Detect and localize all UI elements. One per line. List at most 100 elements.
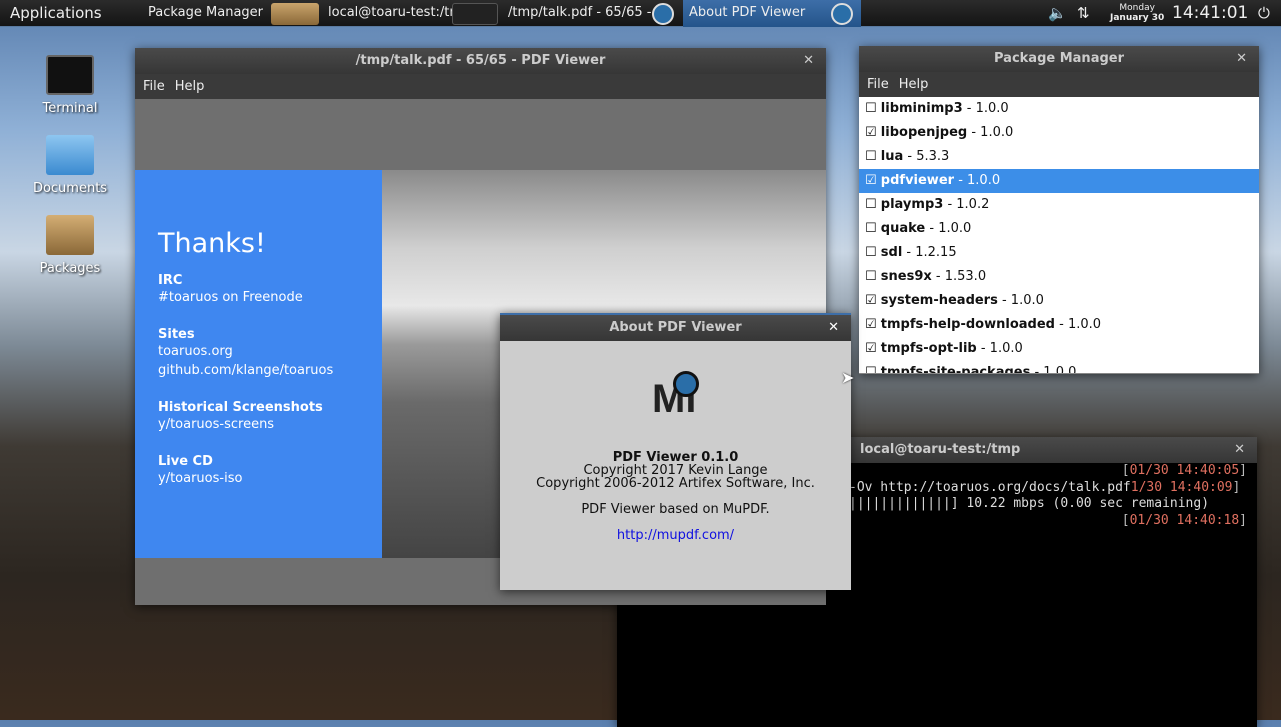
terminal-line: -Ov http://toaruos.org/docs/talk.pdf <box>849 479 1131 495</box>
package-row[interactable]: ☐ tmpfs-site-packages - 1.0.0 <box>859 361 1259 374</box>
pdf-viewer-icon <box>652 3 674 25</box>
checkbox[interactable]: ☐ <box>865 197 877 212</box>
package-row[interactable]: ☐ snes9x - 1.53.0 <box>859 265 1259 289</box>
package-list[interactable]: ☐ libminimp3 - 1.0.0 ☑ libopenjpeg - 1.0.… <box>859 97 1259 374</box>
package-row[interactable]: ☑ libopenjpeg - 1.0.0 <box>859 121 1259 145</box>
package-version: - 1.0.2 <box>943 197 990 212</box>
section-heading: IRC <box>158 273 183 288</box>
close-button[interactable]: ✕ <box>1234 437 1245 463</box>
checkbox[interactable]: ☐ <box>865 221 877 236</box>
package-row[interactable]: ☑ tmpfs-help-downloaded - 1.0.0 <box>859 313 1259 337</box>
package-row[interactable]: ☐ sdl - 1.2.15 <box>859 241 1259 265</box>
menu-file[interactable]: File <box>867 77 889 92</box>
package-row[interactable]: ☐ libminimp3 - 1.0.0 <box>859 97 1259 121</box>
close-button[interactable]: ✕ <box>1236 46 1247 72</box>
package-version: - 1.0.0 <box>976 341 1023 356</box>
package-row[interactable]: ☑ tmpfs-opt-lib - 1.0.0 <box>859 337 1259 361</box>
checkbox[interactable]: ☐ <box>865 149 877 164</box>
menu-help[interactable]: Help <box>899 77 929 92</box>
package-row[interactable]: ☑ system-headers - 1.0.0 <box>859 289 1259 313</box>
checkbox[interactable]: ☐ <box>865 365 877 373</box>
timestamp: 1/30 14:40:09 <box>1130 479 1233 495</box>
task-package-manager[interactable]: Package Manager <box>142 0 269 27</box>
package-name: tmpfs-site-packages <box>880 365 1031 374</box>
close-button[interactable]: ✕ <box>828 315 839 341</box>
checkbox[interactable]: ☑ <box>865 293 877 308</box>
checkbox[interactable]: ☑ <box>865 317 877 332</box>
mupdf-logo: Mi <box>500 369 851 429</box>
task-label: Package Manager <box>148 5 264 20</box>
package-version: - 1.0.0 <box>925 221 972 236</box>
clock: 14:41:01 <box>1172 3 1249 23</box>
volume-icon[interactable]: 🔈 <box>1048 4 1067 22</box>
menu-help[interactable]: Help <box>175 79 205 94</box>
package-name: pdfviewer <box>880 173 955 188</box>
date: Monday January 30 <box>1110 3 1164 23</box>
checkbox[interactable]: ☐ <box>865 269 877 284</box>
package-version: - 5.3.3 <box>903 149 950 164</box>
label: Packages <box>39 261 101 276</box>
package-icon <box>271 3 319 25</box>
close-button[interactable]: ✕ <box>803 48 814 74</box>
section-heading: Live CD <box>158 454 213 469</box>
window-title: local@toaru-test:/tmp <box>860 442 1021 457</box>
window-title: Package Manager <box>994 51 1124 66</box>
date-label: January 30 <box>1110 13 1165 23</box>
package-name: quake <box>880 221 926 236</box>
mupdf-link[interactable]: http://mupdf.com/ <box>500 529 851 542</box>
package-row[interactable]: ☑ pdfviewer - 1.0.0 <box>859 169 1259 193</box>
package-version: - 1.0.0 <box>1054 317 1102 332</box>
package-version: - 1.0.0 <box>997 293 1044 308</box>
package-version: - 1.0.0 <box>954 173 1001 188</box>
checkbox[interactable]: ☐ <box>865 245 877 260</box>
desktop-icon-terminal[interactable]: Terminal <box>30 55 110 116</box>
mouse-cursor: ➤ <box>841 368 855 387</box>
task-label: local@toaru-test:/tmp <box>328 5 471 20</box>
slide-text-panel: Thanks! IRC #toaruos on Freenode Sites toar… <box>135 170 382 558</box>
package-name: snes9x <box>880 269 932 284</box>
about-dialog: About PDF Viewer ✕ Mi PDF Viewer 0.1.0 Co… <box>500 313 851 590</box>
slide-heading: Thanks! <box>158 228 266 259</box>
day-label: Monday <box>1119 3 1155 13</box>
package-row[interactable]: ☐ lua - 5.3.3 <box>859 145 1259 169</box>
package-row[interactable]: ☐ quake - 1.0.0 <box>859 217 1259 241</box>
top-panel: Applications Package Manager local@toaru… <box>0 0 1281 27</box>
task-label: /tmp/talk.pdf - 65/65 - P... <box>508 5 674 20</box>
desktop-icon-documents[interactable]: Documents <box>30 135 110 196</box>
menu-file[interactable]: File <box>143 79 165 94</box>
timestamp: 01/30 14:40:18 <box>1129 512 1240 528</box>
window-title: About PDF Viewer <box>609 320 742 335</box>
section-heading: Historical Screenshots <box>158 400 323 415</box>
description: PDF Viewer based on MuPDF. <box>581 502 770 517</box>
copyright: Copyright 2006-2012 Artifex Software, In… <box>536 476 815 491</box>
power-icon[interactable]: ⏻ <box>1258 4 1270 22</box>
package-name: sdl <box>880 245 903 260</box>
checkbox[interactable]: ☑ <box>865 341 877 356</box>
package-name: playmp3 <box>880 197 944 212</box>
menu-bar: File Help <box>135 74 826 99</box>
package-name: libminimp3 <box>880 101 963 116</box>
network-icon[interactable]: ⇅ <box>1077 4 1090 22</box>
checkbox[interactable]: ☑ <box>865 125 877 140</box>
checkbox[interactable]: ☐ <box>865 101 877 116</box>
desktop-icon-packages[interactable]: Packages <box>30 215 110 276</box>
terminal-icon <box>452 3 498 25</box>
pdf-viewer-icon <box>831 3 853 25</box>
slide-section: Sites toaruos.org github.com/klange/toaruo… <box>158 327 382 380</box>
section-heading: Sites <box>158 327 195 342</box>
package-icon <box>46 215 94 255</box>
package-version: - 1.0.0 <box>967 125 1014 140</box>
package-name: lua <box>880 149 904 164</box>
package-manager-window: Package Manager ✕ File Help ☐ libminimp3 -… <box>859 46 1259 374</box>
timestamp: 01/30 14:40:05 <box>1129 463 1240 478</box>
title-bar: About PDF Viewer ✕ <box>500 315 851 341</box>
package-name: tmpfs-help-downloaded <box>880 317 1055 332</box>
task-about-pdf-viewer[interactable]: About PDF Viewer <box>683 0 861 27</box>
applications-menu[interactable]: Applications <box>10 4 102 22</box>
package-version: - 1.0.0 <box>962 101 1009 116</box>
section-line: #toaruos on Freenode <box>158 290 303 305</box>
section-line: y/toaruos-screens <box>158 417 275 432</box>
checkbox[interactable]: ☑ <box>865 173 877 188</box>
package-row[interactable]: ☐ playmp3 - 1.0.2 <box>859 193 1259 217</box>
window-title: /tmp/talk.pdf - 65/65 - PDF Viewer <box>355 53 606 68</box>
